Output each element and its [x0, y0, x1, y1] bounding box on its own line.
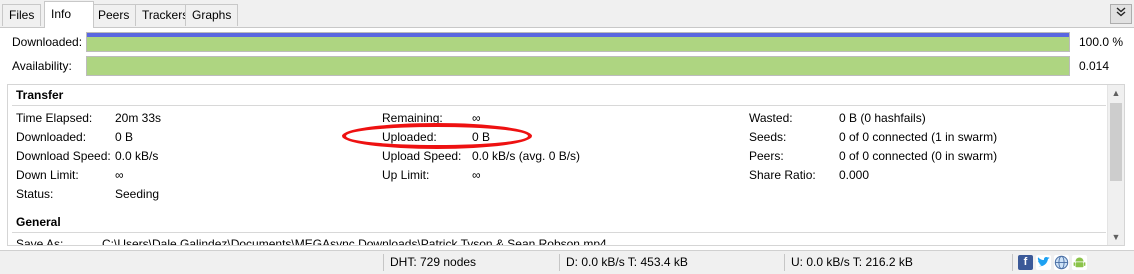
availability-progress-bar	[86, 56, 1070, 76]
upload-speed-label: Upload Speed:	[382, 149, 462, 163]
down-limit-value: ∞	[115, 168, 124, 182]
scrollbar-thumb[interactable]	[1110, 103, 1122, 181]
uploaded-value: 0 B	[472, 130, 491, 144]
scroll-down-icon[interactable]: ▼	[1108, 229, 1124, 245]
up-limit-label: Up Limit:	[382, 168, 430, 182]
up-limit-value: ∞	[472, 168, 481, 182]
download-speed-value: 0.0 kB/s	[115, 149, 159, 163]
seeds-value: 0 of 0 connected (1 in swarm)	[839, 130, 998, 144]
availability-progress-fill	[87, 57, 1069, 75]
wasted-label: Wasted:	[749, 111, 793, 125]
downloaded-progress-label: Downloaded:	[12, 35, 83, 49]
globe-icon[interactable]	[1054, 255, 1069, 270]
share-ratio-value: 0.000	[839, 168, 870, 182]
details-panel: Transfer Time Elapsed: 20m 33s Downloade…	[7, 84, 1125, 246]
dht-status[interactable]: DHT: 729 nodes	[390, 251, 476, 274]
chevron-double-down-icon	[1116, 7, 1126, 20]
remaining-value: ∞	[472, 111, 481, 125]
scroll-up-icon[interactable]: ▲	[1108, 85, 1124, 101]
status-separator	[784, 254, 785, 271]
tab-files[interactable]: Files	[2, 4, 42, 26]
uploaded-label: Uploaded:	[382, 130, 437, 144]
tab-graphs[interactable]: Graphs	[185, 4, 239, 26]
upload-speed-value: 0.0 kB/s (avg. 0 B/s)	[472, 149, 581, 163]
wasted-value: 0 B (0 hashfails)	[839, 111, 926, 125]
downloaded-label: Downloaded:	[16, 130, 87, 144]
downloaded-value: 0 B	[115, 130, 134, 144]
twitter-icon[interactable]	[1036, 255, 1051, 270]
tab-peers[interactable]: Peers	[91, 4, 137, 26]
availability-progress-value: 0.014	[1079, 59, 1110, 73]
save-as-label: Save As:	[16, 237, 64, 246]
share-ratio-label: Share Ratio:	[749, 168, 816, 182]
peers-value: 0 of 0 connected (0 in swarm)	[839, 149, 998, 163]
peers-label: Peers:	[749, 149, 784, 163]
download-speed-label: Download Speed:	[16, 149, 111, 163]
tab-info[interactable]: Info	[44, 1, 94, 28]
facebook-icon[interactable]: f	[1018, 255, 1033, 270]
seeds-label: Seeds:	[749, 130, 787, 144]
down-limit-label: Down Limit:	[16, 168, 79, 182]
vertical-scrollbar[interactable]: ▲ ▼	[1107, 85, 1124, 245]
status-separator	[1012, 254, 1013, 271]
status-separator	[383, 254, 384, 271]
downloaded-pieces-strip	[87, 33, 1069, 37]
downloaded-progress-bar	[86, 32, 1070, 52]
availability-progress-row: Availability: 0.014	[0, 55, 1134, 79]
status-bar: DHT: 729 nodes D: 0.0 kB/s T: 453.4 kB U…	[0, 250, 1134, 274]
downloaded-progress-row: Downloaded: 100.0 %	[0, 31, 1134, 55]
status-value: Seeding	[115, 187, 160, 201]
time-elapsed-value: 20m 33s	[115, 111, 162, 125]
time-elapsed-label: Time Elapsed:	[16, 111, 93, 125]
availability-progress-label: Availability:	[12, 59, 72, 73]
remaining-label: Remaining:	[382, 111, 443, 125]
status-separator	[559, 254, 560, 271]
tab-bar: Files Info Peers Trackers Graphs	[0, 0, 1134, 28]
downloaded-progress-fill	[87, 36, 1069, 51]
status-label: Status:	[16, 187, 54, 201]
section-divider	[12, 105, 1106, 106]
section-divider	[12, 232, 1106, 233]
general-section-title: General	[16, 215, 61, 229]
save-as-value: C:\Users\Dale Galindez\Documents\MEGAsyn…	[102, 237, 607, 246]
android-icon[interactable]	[1072, 255, 1087, 270]
transfer-section-title: Transfer	[16, 88, 64, 102]
download-rate-status[interactable]: D: 0.0 kB/s T: 453.4 kB	[566, 251, 688, 274]
collapse-button[interactable]	[1110, 4, 1132, 24]
upload-rate-status[interactable]: U: 0.0 kB/s T: 216.2 kB	[791, 251, 913, 274]
downloaded-progress-value: 100.0 %	[1079, 35, 1124, 49]
